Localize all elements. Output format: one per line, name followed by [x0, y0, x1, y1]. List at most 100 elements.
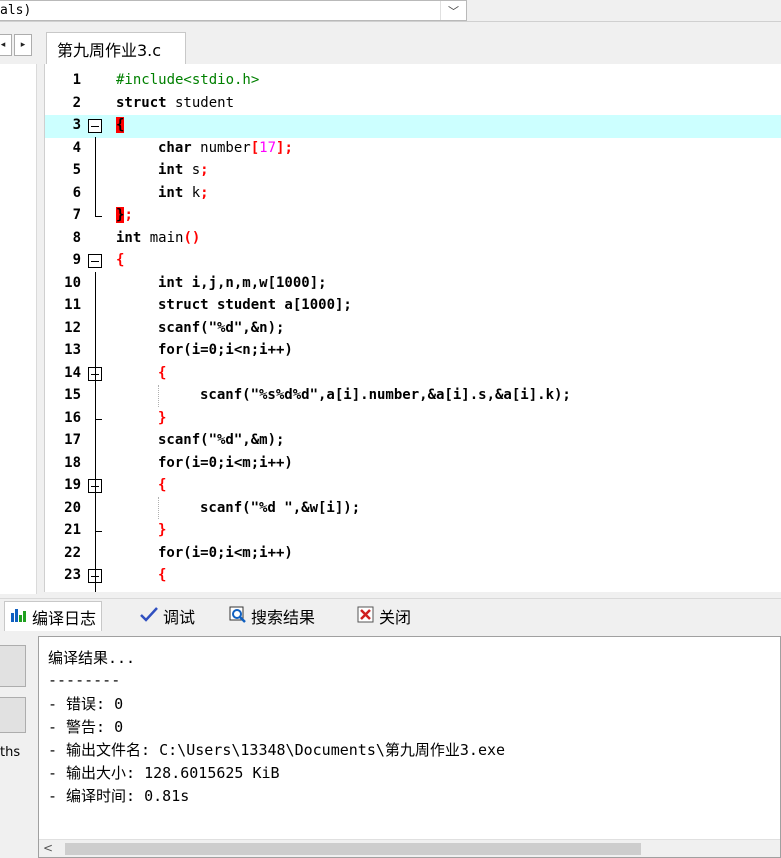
code-line: 4 char number[17];: [45, 138, 781, 161]
horizontal-scrollbar[interactable]: <: [39, 839, 780, 857]
line-number: 4: [72, 139, 81, 156]
indent-guide: [158, 497, 159, 519]
code-text: {: [116, 117, 125, 133]
code-line: 9 {: [45, 250, 781, 273]
tab-label: 关闭: [379, 608, 412, 627]
scroll-left-icon[interactable]: <: [43, 841, 53, 855]
tab-label: 编译日志: [32, 608, 97, 628]
code-text: {: [158, 364, 167, 381]
fold-guide: [95, 137, 96, 217]
code-line: 19 {: [45, 475, 781, 498]
code-text: }: [158, 409, 167, 426]
compile-log-output[interactable]: 编译结果... -------- - 错误: 0 - 警告: 0 - 输出文件名…: [38, 636, 781, 858]
line-number: 10: [64, 274, 81, 291]
code-line: 22 for(i=0;i<m;i++): [45, 543, 781, 566]
fold-end-tick: [95, 419, 102, 420]
close-icon: [357, 606, 375, 627]
line-number: 11: [64, 297, 81, 313]
code-line: 2 struct student: [45, 93, 781, 116]
code-line: 20 scanf("%d ",&w[i]);: [45, 498, 781, 521]
code-text: int i,j,n,m,w[1000];: [158, 274, 327, 291]
code-line: 14 {: [45, 363, 781, 386]
code-line: 23 {: [45, 565, 781, 588]
tab-search-results[interactable]: 搜索结果: [224, 601, 320, 631]
search-icon: [229, 606, 247, 627]
code-text: int k;: [158, 184, 209, 201]
tab-scroll-left-button[interactable]: ◂: [0, 34, 12, 56]
code-line: 16 }: [45, 408, 781, 431]
tab-file[interactable]: 第九周作业3.c: [46, 32, 186, 64]
tab-close[interactable]: 关闭: [352, 601, 416, 631]
function-combo[interactable]: als) ﹀: [0, 0, 467, 21]
code-line: 8 int main(): [45, 228, 781, 251]
code-text: for(i=0;i<m;i++): [158, 454, 293, 471]
combo-text: als): [0, 3, 32, 18]
code-text: {: [158, 477, 167, 493]
line-number: 12: [64, 319, 81, 336]
tab-compile-log[interactable]: 编译日志: [4, 601, 103, 631]
code-line: 18 for(i=0;i<m;i++): [45, 453, 781, 476]
line-number: 23: [64, 567, 81, 583]
code-line: 1 #include<stdio.h>: [45, 70, 781, 93]
line-number: 14: [64, 364, 81, 381]
chevron-down-icon[interactable]: ﹀: [440, 1, 466, 20]
code-text: int main(): [116, 229, 201, 246]
code-text: char number[17];: [158, 139, 293, 156]
side-label: ths: [0, 745, 21, 760]
side-button[interactable]: [0, 697, 26, 733]
line-number: 2: [72, 94, 81, 111]
side-button[interactable]: [0, 645, 26, 687]
code-text: {: [158, 567, 167, 583]
line-number: 3: [72, 117, 81, 133]
line-number: 17: [64, 432, 81, 448]
tab-label: 调试: [163, 608, 196, 627]
output-line: - 输出文件名: C:\Users\13348\Documents\第九周作业3…: [48, 741, 506, 759]
output-line: - 输出大小: 128.6015625 KiB: [48, 764, 280, 782]
code-line: 11 struct student a[1000];: [45, 295, 781, 318]
file-tab-row: ◂ ▸ 第九周作业3.c: [0, 30, 781, 64]
code-text: scanf("%d",&m);: [158, 432, 285, 448]
code-text: for(i=0;i<m;i++): [158, 544, 293, 561]
code-line: 5 int s;: [45, 160, 781, 183]
line-number: 16: [64, 409, 81, 426]
tab-scroll-right-button[interactable]: ▸: [14, 34, 32, 56]
line-number: 1: [72, 72, 81, 88]
code-line: 13 for(i=0;i<n;i++): [45, 340, 781, 363]
fold-end-tick: [95, 216, 102, 217]
bottom-tab-bar: 编译日志 调试 搜索结果 关闭: [0, 598, 781, 632]
code-line: 6 int k;: [45, 183, 781, 206]
code-line: 21 }: [45, 520, 781, 543]
scrollbar-thumb[interactable]: [65, 843, 641, 855]
code-line-active: 3 {: [45, 115, 781, 138]
toolbar-strip: als) ﹀: [0, 0, 781, 22]
code-text: for(i=0;i<n;i++): [158, 342, 293, 358]
project-panel[interactable]: [0, 64, 37, 594]
output-line: --------: [48, 671, 121, 689]
line-number: 7: [72, 207, 81, 223]
code-line: 10 int i,j,n,m,w[1000];: [45, 273, 781, 296]
output-line: - 警告: 0: [48, 718, 124, 736]
check-icon: [139, 606, 159, 626]
line-number: 15: [64, 387, 81, 403]
code-editor[interactable]: 1 #include<stdio.h> 2 struct student 3 {…: [44, 64, 781, 592]
code-text: };: [116, 207, 133, 223]
fold-toggle-icon[interactable]: [88, 119, 102, 133]
tab-label: 搜索结果: [251, 608, 316, 627]
code-text: #include<stdio.h>: [116, 72, 260, 88]
code-line: 12 scanf("%d",&n);: [45, 318, 781, 341]
code-text: scanf("%d ",&w[i]);: [200, 499, 361, 516]
output-line: - 编译时间: 0.81s: [48, 787, 190, 805]
line-number: 20: [64, 499, 81, 516]
fold-toggle-icon[interactable]: [88, 254, 102, 268]
line-number: 21: [64, 522, 81, 538]
line-number: 13: [64, 342, 81, 358]
line-number: 22: [64, 544, 81, 561]
fold-guide: [95, 272, 96, 592]
code-line: 17 scanf("%d",&m);: [45, 430, 781, 453]
tab-debug[interactable]: 调试: [134, 601, 200, 631]
code-text: scanf("%d",&n);: [158, 319, 285, 336]
code-text: }: [158, 522, 167, 538]
code-line: 15 scanf("%s%d%d",a[i].number,&a[i].s,&a…: [45, 385, 781, 408]
line-number: 9: [72, 252, 81, 268]
output-line: 编译结果...: [48, 649, 136, 667]
